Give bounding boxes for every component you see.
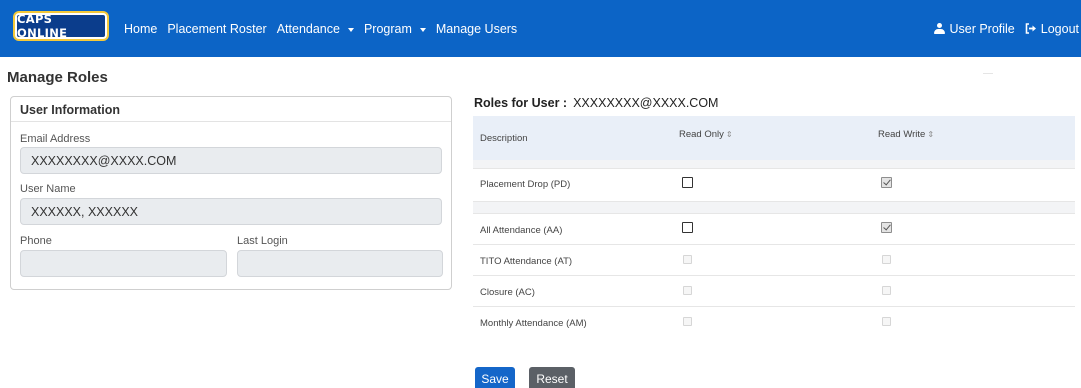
- logo-badge: CAPS ONLINE: [15, 12, 107, 40]
- read-write-checkbox[interactable]: [881, 222, 892, 233]
- read-only-checkbox-disabled: [683, 317, 692, 326]
- sort-icon: ⇕: [927, 130, 935, 139]
- read-only-checkbox[interactable]: [682, 222, 693, 233]
- row-spacer: [473, 201, 1075, 213]
- caps-online-logo[interactable]: CAPS ONLINE: [13, 11, 109, 41]
- read-write-checkbox-disabled: [882, 286, 891, 295]
- read-only-label: Read Only: [679, 129, 724, 140]
- phone-label: Phone: [20, 235, 52, 247]
- row-spacer: [473, 160, 1075, 168]
- user-icon: [934, 23, 946, 34]
- user-information-card: User Information Email Address XXXXXXXX@…: [10, 96, 452, 290]
- read-write-label: Read Write: [878, 129, 926, 140]
- user-information-title: User Information: [20, 103, 121, 117]
- column-header-read-only[interactable]: Read Only ⇕: [679, 129, 733, 140]
- caret-down-icon: [347, 27, 354, 32]
- username-label: User Name: [20, 183, 76, 195]
- top-navbar: CAPS ONLINE Home Placement Roster Attend…: [0, 0, 1081, 57]
- table-row: Monthly Attendance (AM): [473, 306, 1075, 337]
- role-description: TITO Attendance (AT): [480, 256, 573, 267]
- read-write-checkbox[interactable]: [881, 177, 892, 188]
- role-description: Monthly Attendance (AM): [480, 318, 587, 329]
- card-divider: [11, 121, 451, 122]
- roles-table-header: Description Read Only ⇕ Read Write ⇕: [473, 116, 1075, 160]
- read-write-checkbox-disabled: [882, 317, 891, 326]
- logout-link[interactable]: Logout: [1025, 22, 1079, 36]
- nav-program-label: Program: [363, 21, 412, 36]
- nav-placement-roster[interactable]: Placement Roster: [167, 22, 266, 36]
- sign-out-icon: [1025, 23, 1037, 34]
- table-row: All Attendance (AA): [473, 213, 1075, 244]
- column-header-read-write[interactable]: Read Write ⇕: [878, 129, 934, 140]
- email-value: XXXXXXXX@XXXX.COM: [31, 153, 177, 168]
- roles-user-email: XXXXXXXX@XXXX.COM: [573, 96, 719, 110]
- user-profile-label: User Profile: [949, 21, 1015, 36]
- table-row: TITO Attendance (AT): [473, 244, 1075, 275]
- nav-manage-users[interactable]: Manage Users: [436, 22, 517, 36]
- role-description: Placement Drop (PD): [480, 179, 571, 190]
- user-profile-link[interactable]: User Profile: [934, 21, 1015, 36]
- read-only-checkbox-disabled: [683, 286, 692, 295]
- phone-field[interactable]: [20, 250, 227, 277]
- table-row: Placement Drop (PD): [473, 168, 1075, 200]
- nav-right: User Profile Logout: [934, 0, 1079, 57]
- read-write-checkbox-disabled: [882, 255, 891, 264]
- nav-attendance-label: Attendance: [276, 21, 340, 36]
- nav-attendance-dropdown[interactable]: Attendance: [277, 22, 354, 36]
- last-login-field[interactable]: [237, 250, 443, 277]
- sort-icon: ⇕: [725, 130, 733, 139]
- logout-label: Logout: [1040, 21, 1079, 36]
- nav-manage-users-label: Manage Users: [435, 21, 518, 36]
- nav-home-label: Home: [124, 21, 158, 36]
- logo-text: CAPS ONLINE: [17, 12, 68, 40]
- row-divider: [473, 201, 1075, 202]
- last-login-label: Last Login: [237, 235, 288, 247]
- nav-program-dropdown[interactable]: Program: [364, 22, 426, 36]
- role-description: Closure (AC): [480, 287, 535, 298]
- save-label: Save: [481, 372, 509, 386]
- read-only-checkbox-disabled: [683, 255, 692, 264]
- page-title: Manage Roles: [7, 69, 108, 86]
- column-header-description[interactable]: Description: [480, 133, 528, 144]
- username-value: XXXXXX, XXXXXX: [31, 204, 138, 219]
- nav-links: Home Placement Roster Attendance Program…: [124, 0, 517, 57]
- email-label: Email Address: [20, 133, 91, 145]
- roles-header: Roles for User : XXXXXXXX@XXXX.COM: [474, 96, 718, 110]
- read-only-checkbox[interactable]: [682, 177, 693, 188]
- reset-button[interactable]: Reset: [529, 367, 575, 388]
- email-field[interactable]: XXXXXXXX@XXXX.COM: [20, 147, 442, 174]
- divider: [983, 73, 993, 74]
- nav-placement-roster-label: Placement Roster: [167, 21, 267, 36]
- role-description: All Attendance (AA): [480, 225, 563, 236]
- roles-for-user-label: Roles for User :: [474, 96, 568, 110]
- caret-down-icon: [419, 27, 426, 32]
- nav-home[interactable]: Home: [124, 22, 157, 36]
- table-row: Closure (AC): [473, 275, 1075, 306]
- username-field[interactable]: XXXXXX, XXXXXX: [20, 198, 442, 225]
- reset-label: Reset: [536, 372, 568, 386]
- save-button[interactable]: Save: [475, 367, 515, 388]
